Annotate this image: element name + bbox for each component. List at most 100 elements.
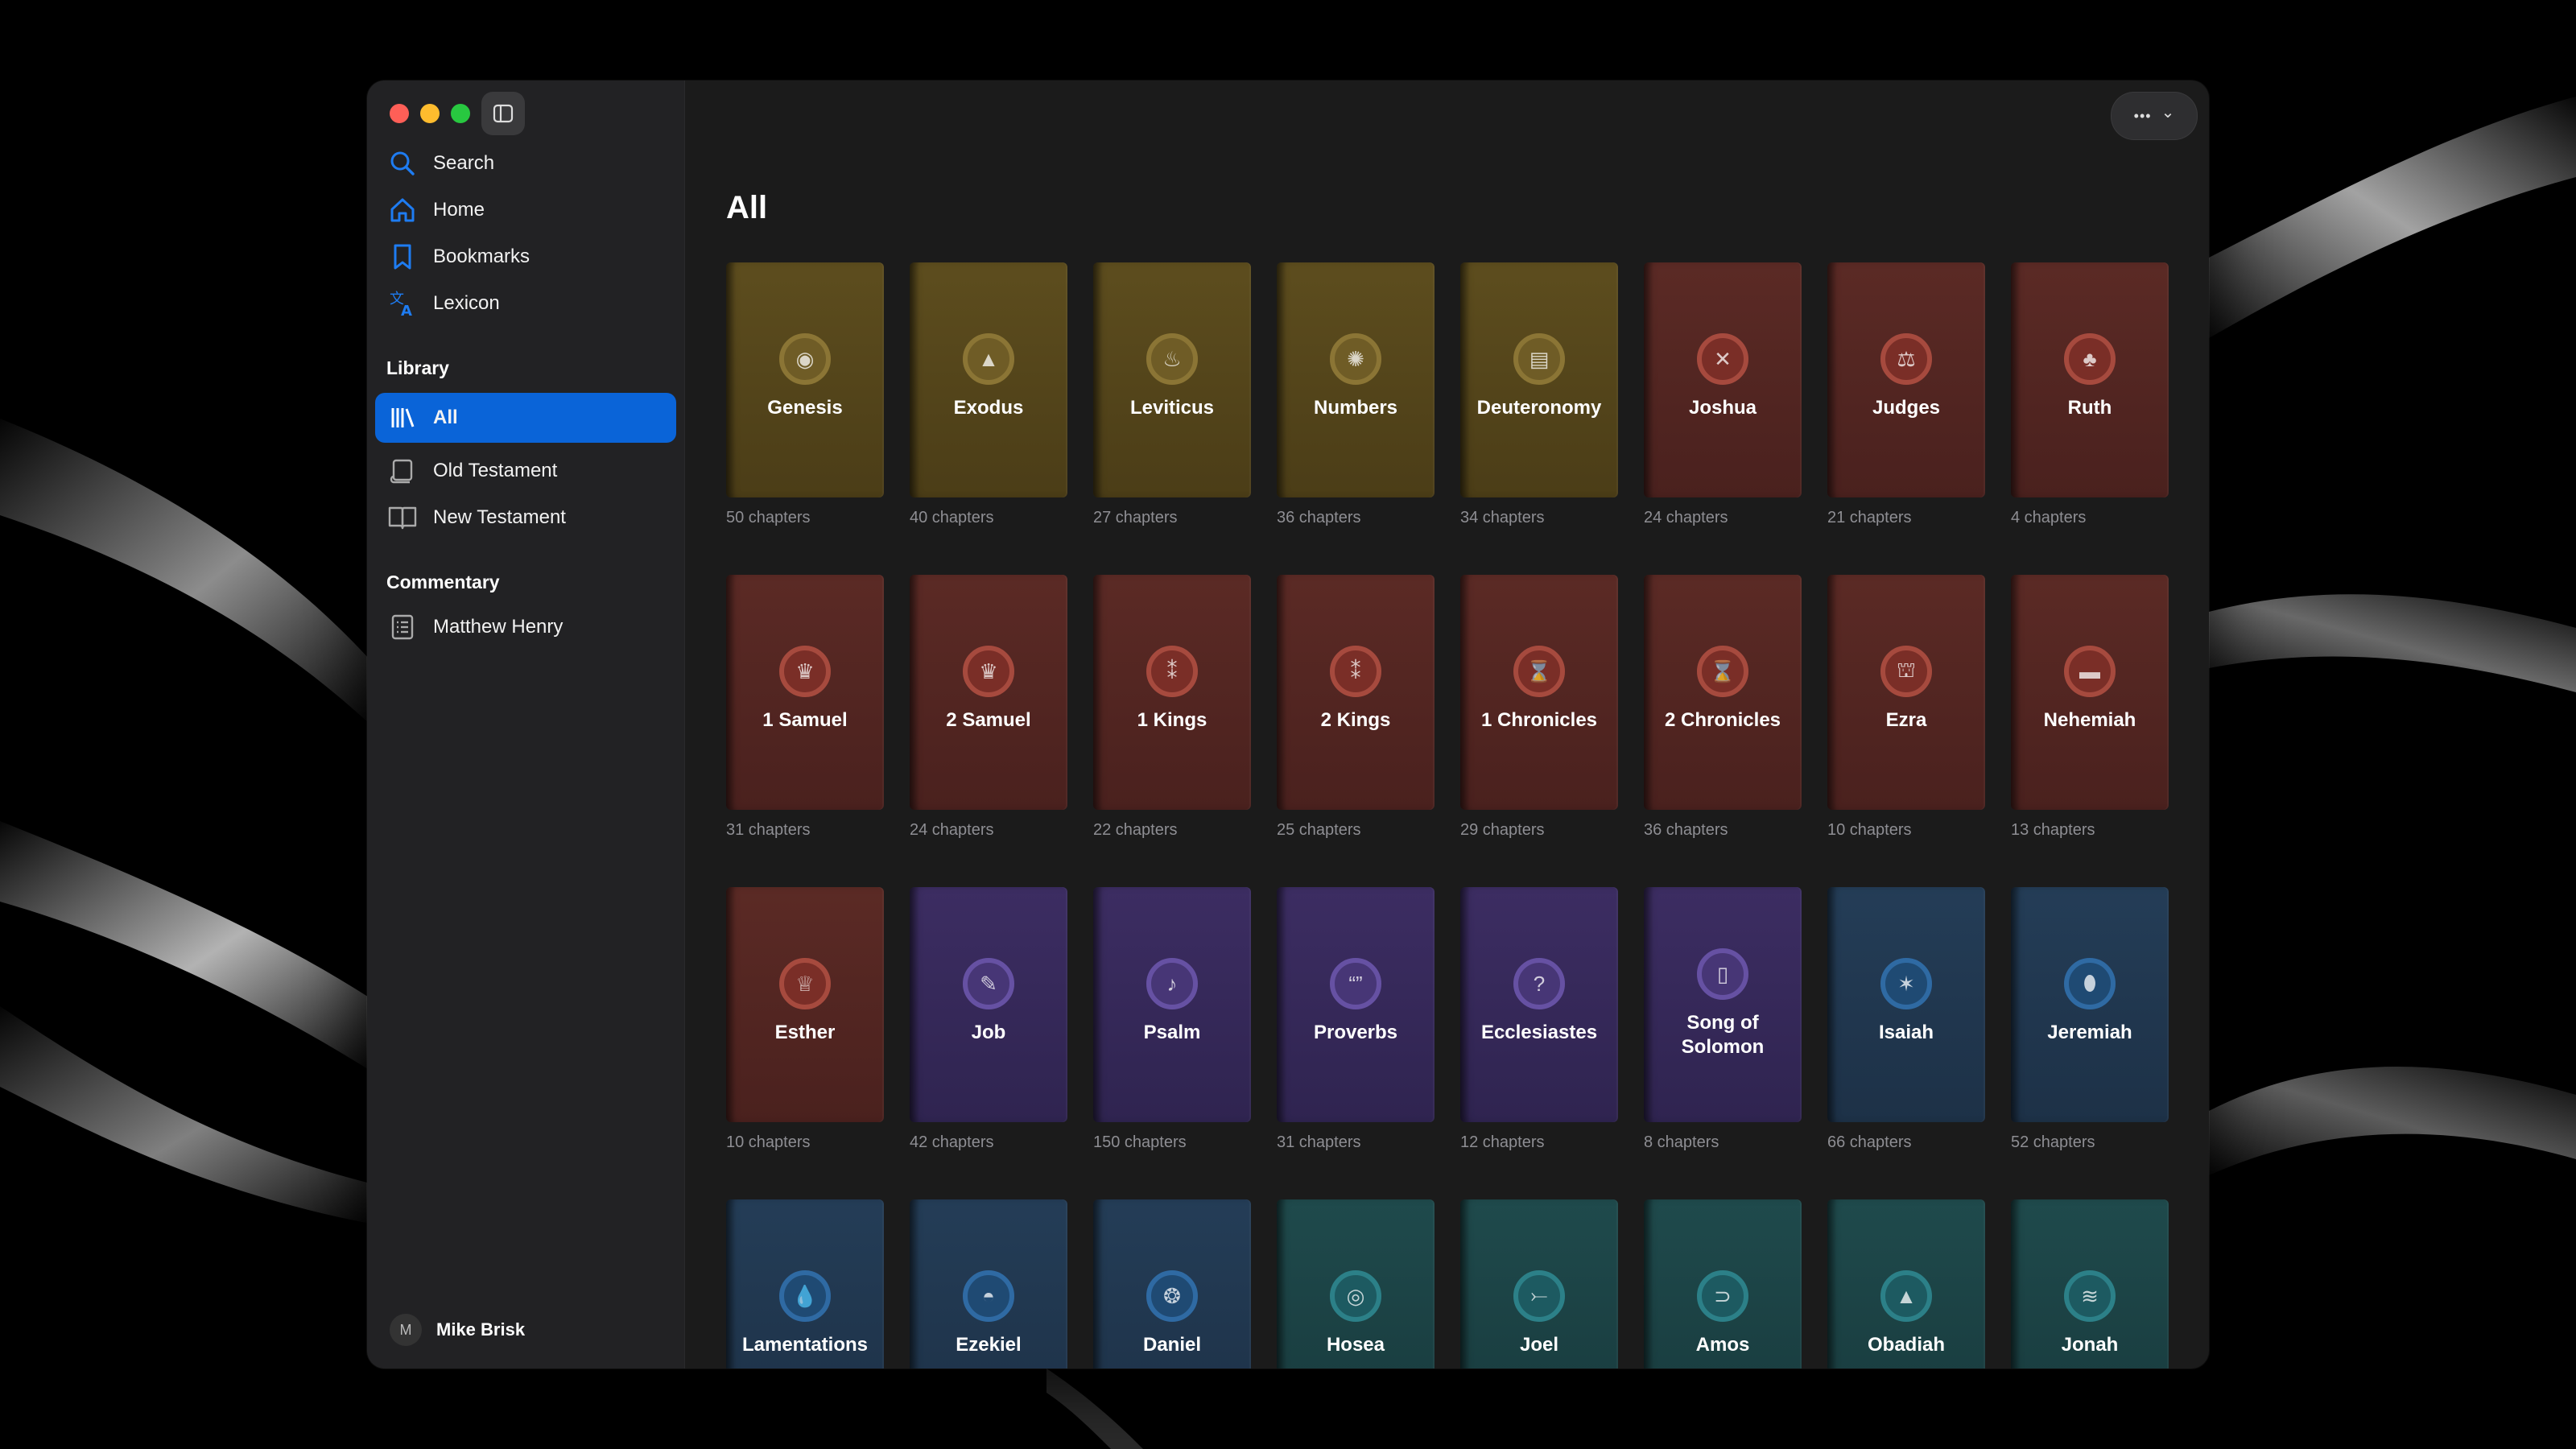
book-card[interactable]: ✎ Job 42 chapters — [910, 887, 1067, 1152]
burst-icon: ✺ — [1330, 333, 1381, 385]
book-card[interactable]: ⚖ Judges 21 chapters — [1827, 262, 1985, 527]
bookmark-icon — [386, 241, 419, 273]
book-title: Ruth — [2067, 397, 2112, 419]
close-window-button[interactable] — [390, 104, 409, 123]
book-card[interactable]: ♣ Ruth 4 chapters — [2011, 262, 2169, 527]
book-card[interactable]: ▬ Nehemiah 13 chapters — [2011, 575, 2169, 840]
book-card[interactable]: ◉ Genesis 50 chapters — [726, 262, 884, 527]
book-title: Daniel — [1142, 1334, 1202, 1356]
chapter-count: 4 chapters — [2011, 509, 2087, 526]
book-cover: ⤚ Joel — [1460, 1199, 1618, 1368]
book-card[interactable]: ⊃ Amos — [1644, 1199, 1802, 1368]
book-card[interactable]: ♨ Leviticus 27 chapters — [1093, 262, 1251, 527]
book-title: Genesis — [767, 397, 843, 419]
book-card[interactable]: ▲ Exodus 40 chapters — [910, 262, 1067, 527]
chapter-count: 21 chapters — [1827, 509, 1912, 526]
chapter-count: 31 chapters — [726, 821, 811, 839]
scroll-icon — [386, 455, 419, 487]
zoom-window-button[interactable] — [451, 104, 470, 123]
book-card[interactable]: ⌛ 1 Chronicles 29 chapters — [1460, 575, 1618, 840]
chapter-count: 22 chapters — [1093, 821, 1178, 839]
book-card[interactable]: ≋ Jonah — [2011, 1199, 2169, 1368]
book-cover: ♛ 1 Samuel — [726, 575, 884, 810]
chapter-count: 24 chapters — [910, 821, 994, 839]
book-card[interactable]: ♛ 1 Samuel 31 chapters — [726, 575, 884, 840]
book-title: Proverbs — [1313, 1022, 1398, 1043]
sidebar-item-search[interactable]: Search — [375, 138, 676, 188]
book-title: Psalm — [1143, 1022, 1201, 1043]
book-card[interactable]: 💧 Lamentations — [726, 1199, 884, 1368]
book-cover: ▤ Deuteronomy — [1460, 262, 1618, 497]
sidebar-item-old-testament[interactable]: Old Testament — [375, 446, 676, 496]
book-title: 2 Kings — [1320, 709, 1391, 731]
mountain-icon: ▲ — [963, 333, 1014, 385]
book-card[interactable]: ◓ Ezekiel — [910, 1199, 1067, 1368]
user-profile[interactable]: M Mike Brisk — [390, 1314, 525, 1346]
sidebar-item-lexicon[interactable]: 文A Lexicon — [375, 279, 676, 328]
altar-icon: ♨ — [1146, 333, 1198, 385]
book-card[interactable]: “” Proverbs 31 chapters — [1277, 887, 1435, 1152]
book-cover: ⌛ 1 Chronicles — [1460, 575, 1618, 810]
search-icon — [386, 147, 419, 180]
book-card[interactable]: ✺ Numbers 36 chapters — [1277, 262, 1435, 527]
chevron-down-icon: ⌄ — [2161, 103, 2175, 122]
book-card[interactable]: ◎ Hosea — [1277, 1199, 1435, 1368]
sidebar-item-home[interactable]: Home — [375, 185, 676, 235]
book-title: Joel — [1519, 1334, 1559, 1356]
book-cover: ◎ Hosea — [1277, 1199, 1435, 1368]
sidebar-item-new-testament[interactable]: New Testament — [375, 493, 676, 543]
sidebar-toggle-button[interactable] — [481, 92, 525, 135]
chapter-count: 24 chapters — [1644, 509, 1728, 526]
book-card[interactable]: ⁑ 1 Kings 22 chapters — [1093, 575, 1251, 840]
tear-icon: ⬮ — [2064, 958, 2116, 1009]
chapter-count: 12 chapters — [1460, 1133, 1545, 1151]
book-title: 1 Chronicles — [1480, 709, 1598, 731]
sidebar-item-bookmarks[interactable]: Bookmarks — [375, 232, 676, 282]
book-card[interactable]: ❂ Daniel — [1093, 1199, 1251, 1368]
crown-icon: ♛ — [779, 646, 831, 697]
book-card[interactable]: ⬮ Jeremiah 52 chapters — [2011, 887, 2169, 1152]
sidebar-item-matthew-henry[interactable]: Matthew Henry — [375, 602, 676, 652]
book-title: Song of Solomon — [1681, 1012, 1765, 1058]
chapter-count: 36 chapters — [1644, 821, 1728, 839]
sidebar-item-label: Lexicon — [433, 292, 500, 314]
book-card[interactable]: ✶ Isaiah 66 chapters — [1827, 887, 1985, 1152]
chapter-count: 10 chapters — [1827, 821, 1912, 839]
sidebar-item-all[interactable]: All — [375, 393, 676, 443]
book-title: Jeremiah — [2047, 1022, 2132, 1043]
book-card[interactable]: ♛ 2 Samuel 24 chapters — [910, 575, 1067, 840]
commentary-list-icon — [386, 611, 419, 643]
book-card[interactable]: ⌛ 2 Chronicles 36 chapters — [1644, 575, 1802, 840]
book-title: Amos — [1695, 1334, 1750, 1356]
book-card[interactable]: ▤ Deuteronomy 34 chapters — [1460, 262, 1618, 527]
library-section-title: Library — [386, 357, 449, 378]
book-title: Ecclesiastes — [1480, 1022, 1598, 1043]
mountain-peak-icon: ▲ — [1880, 1270, 1932, 1322]
book-card[interactable]: ▲ Obadiah — [1827, 1199, 1985, 1368]
book-title: Hosea — [1326, 1334, 1385, 1356]
book-card[interactable]: ? Ecclesiastes 12 chapters — [1460, 887, 1618, 1152]
book-card[interactable]: ✕ Joshua 24 chapters — [1644, 262, 1802, 527]
app-window: Search Home Bookmarks 文A Lexicon Library — [367, 80, 2209, 1368]
gavel-icon: ⚖ — [1880, 333, 1932, 385]
crown-icon: ♕ — [779, 958, 831, 1009]
book-cover: ⌛ 2 Chronicles — [1644, 575, 1802, 810]
tablets-icon: ▤ — [1513, 333, 1565, 385]
more-options-button[interactable]: ••• ⌄ — [2111, 92, 2198, 140]
book-cover: ◓ Ezekiel — [910, 1199, 1067, 1368]
question-icon: ? — [1513, 958, 1565, 1009]
book-card[interactable]: ▯ Song of Solomon 8 chapters — [1644, 887, 1802, 1152]
book-card[interactable]: ⤚ Joel — [1460, 1199, 1618, 1368]
book-title: Obadiah — [1867, 1334, 1945, 1356]
book-card[interactable]: ⁑ 2 Kings 25 chapters — [1277, 575, 1435, 840]
book-card[interactable]: ♪ Psalm 150 chapters — [1093, 887, 1251, 1152]
ring-icon: ◎ — [1330, 1270, 1381, 1322]
book-title: Exodus — [953, 397, 1024, 419]
minimize-window-button[interactable] — [420, 104, 440, 123]
book-cover: ▯ Song of Solomon — [1644, 887, 1802, 1122]
book-title: Esther — [774, 1022, 836, 1043]
open-book-icon — [386, 502, 419, 534]
book-card[interactable]: ⛫ Ezra 10 chapters — [1827, 575, 1985, 840]
book-title: Joshua — [1688, 397, 1757, 419]
book-card[interactable]: ♕ Esther 10 chapters — [726, 887, 884, 1152]
